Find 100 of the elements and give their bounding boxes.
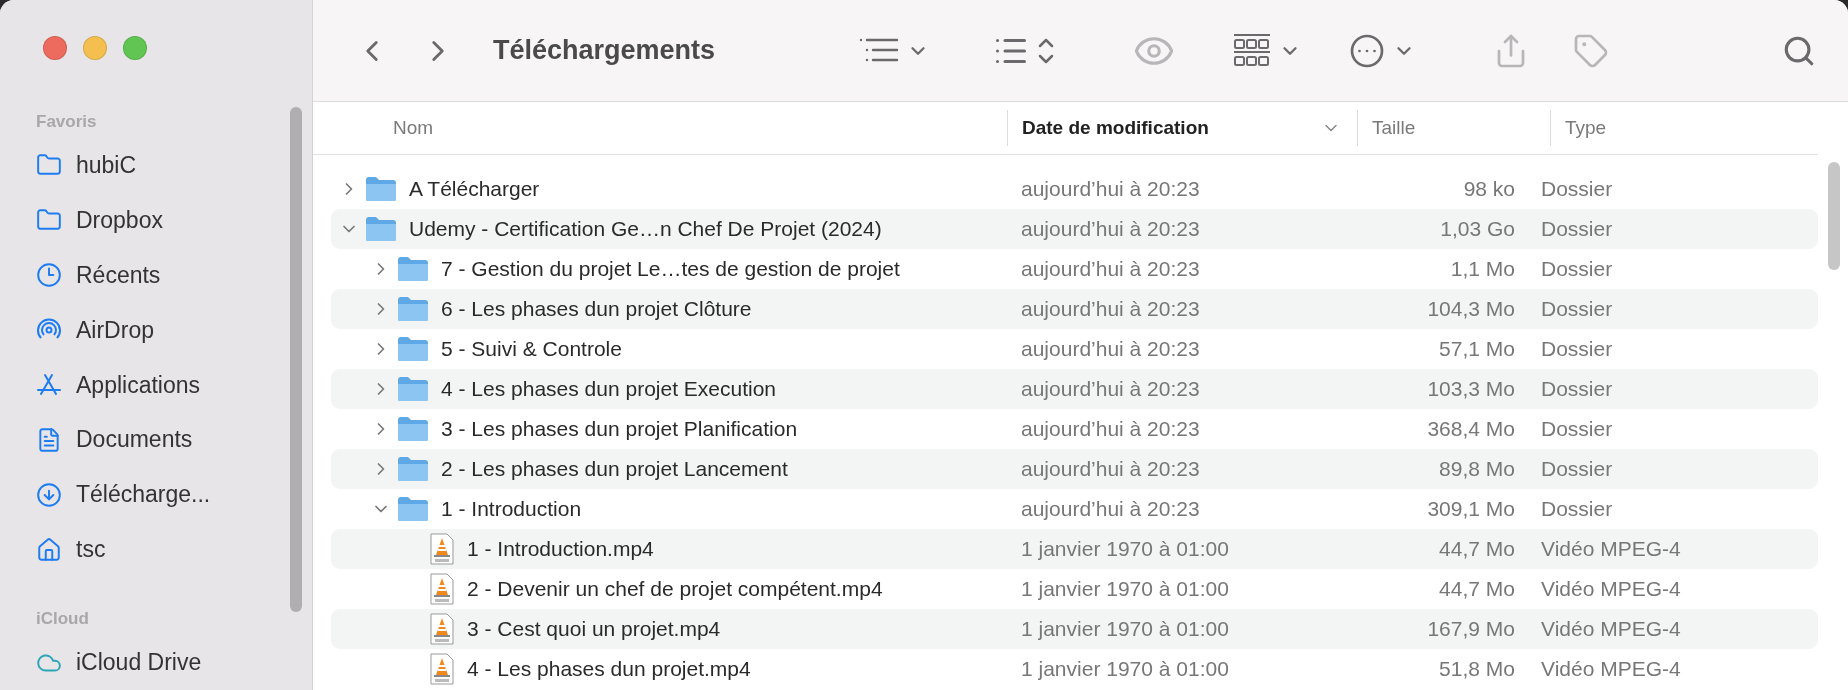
file-row[interactable]: 1 - Introduction aujourd’hui à 20:23 309,1 Mo Dossier	[331, 489, 1818, 529]
file-name: 1 - Introduction.mp4	[467, 537, 654, 561]
modified-date: aujourd’hui à 20:23	[1020, 497, 1201, 521]
video-file-icon	[429, 573, 455, 605]
file-type: Vidéo MPEG-4	[1540, 657, 1682, 681]
file-name: 2 - Les phases dun projet Lancement	[441, 457, 788, 481]
file-size: 103,3 Mo	[1426, 377, 1516, 401]
column-header[interactable]: Date de modification	[1007, 110, 1357, 146]
scrollbar[interactable]	[290, 107, 302, 612]
column-header[interactable]: Nom	[313, 110, 1007, 146]
file-name: 4 - Les phases dun projet.mp4	[467, 657, 751, 681]
file-type: Vidéo MPEG-4	[1540, 537, 1682, 561]
file-size: 51,8 Mo	[1438, 657, 1516, 681]
file-type: Vidéo MPEG-4	[1540, 577, 1682, 601]
folder-icon	[397, 416, 429, 442]
file-name: 1 - Introduction	[441, 497, 582, 521]
modified-date: aujourd’hui à 20:23	[1020, 457, 1201, 481]
modified-date: 1 janvier 1970 à 01:00	[1020, 657, 1230, 681]
file-row[interactable]: 4 - Les phases dun projet Execution aujourd’hui à 20:23 103,3 Mo Dossier	[331, 369, 1818, 409]
sidebar-item[interactable]: Documents	[36, 412, 312, 468]
sidebar-item[interactable]: AirDrop	[36, 302, 312, 358]
file-size: 44,7 Mo	[1438, 537, 1516, 561]
file-size: 104,3 Mo	[1426, 297, 1516, 321]
zoom-button[interactable]	[123, 36, 147, 60]
tag-icon	[1573, 32, 1610, 69]
column-header[interactable]: Type	[1550, 110, 1818, 146]
sidebar-item[interactable]: Télécharge...	[36, 467, 312, 523]
video-file-icon	[429, 653, 455, 685]
file-type: Dossier	[1540, 497, 1614, 521]
folder-icon	[397, 376, 429, 402]
file-row[interactable]: Udemy - Certification Ge…n Chef De Projet (2024) aujourd’hui à 20:23 1,03 Go Dossier	[331, 209, 1818, 249]
modified-date: aujourd’hui à 20:23	[1020, 417, 1201, 441]
file-row[interactable]: 7 - Gestion du projet Le…tes de gestion de projet aujourd’hui à 20:23 1,1 Mo Dossier	[331, 249, 1818, 289]
modified-date: aujourd’hui à 20:23	[1020, 337, 1201, 361]
file-size: 98 ko	[1462, 177, 1516, 201]
sidebar-item[interactable]: Récents	[36, 247, 312, 303]
file-type: Dossier	[1540, 257, 1614, 281]
file-size: 309,1 Mo	[1426, 497, 1516, 521]
modified-date: aujourd’hui à 20:23	[1020, 377, 1201, 401]
sidebar-section-title: Favoris	[36, 111, 98, 133]
file-size: 89,8 Mo	[1438, 457, 1516, 481]
file-row[interactable]: 3 - Les phases dun projet Planification aujourd’hui à 20:23 368,4 Mo Dossier	[331, 409, 1818, 449]
file-type: Dossier	[1540, 177, 1614, 201]
file-name: 6 - Les phases dun projet Clôture	[441, 297, 752, 321]
folder-icon	[397, 496, 429, 522]
file-name: 5 - Suivi & Controle	[441, 337, 622, 361]
file-size: 167,9 Mo	[1426, 617, 1516, 641]
file-name: 3 - Les phases dun projet Planification	[441, 417, 798, 441]
file-name: A Télécharger	[409, 177, 540, 201]
file-row[interactable]: 3 - Cest quoi un projet.mp4 1 janvier 1970 à 01:00 167,9 Mo Vidéo MPEG-4	[331, 609, 1818, 649]
file-type: Dossier	[1540, 457, 1614, 481]
folder-icon	[397, 456, 429, 482]
download-icon	[36, 481, 62, 508]
house-icon	[36, 536, 62, 563]
folder-icon	[365, 176, 397, 202]
file-size: 368,4 Mo	[1426, 417, 1516, 441]
grid-icon	[1233, 32, 1272, 69]
folder-icon	[365, 216, 397, 242]
sidebar-item[interactable]: Applications	[36, 357, 312, 413]
apps-icon	[36, 372, 62, 398]
column-header[interactable]: Taille	[1357, 110, 1550, 146]
file-type: Dossier	[1540, 217, 1614, 241]
modified-date: 1 janvier 1970 à 01:00	[1020, 577, 1230, 601]
modified-date: aujourd’hui à 20:23	[1020, 257, 1201, 281]
file-type: Dossier	[1540, 337, 1614, 361]
close-button[interactable]	[43, 36, 67, 60]
ellipsis-circle-icon	[1349, 32, 1386, 69]
file-row[interactable]: 1 - Introduction.mp4 1 janvier 1970 à 01:00 44,7 Mo Vidéo MPEG-4	[331, 529, 1818, 569]
modified-date: 1 janvier 1970 à 01:00	[1020, 537, 1230, 561]
file-row[interactable]: 6 - Les phases dun projet Clôture aujourd’hui à 20:23 104,3 Mo Dossier	[331, 289, 1818, 329]
sidebar-item[interactable]: Dropbox	[36, 192, 312, 248]
modified-date: aujourd’hui à 20:23	[1020, 217, 1201, 241]
sidebar-item[interactable]: iCloud Drive	[36, 635, 312, 690]
file-row[interactable]: 4 - Les phases dun projet.mp4 1 janvier 1970 à 01:00 51,8 Mo Vidéo MPEG-4	[331, 649, 1818, 689]
modified-date: 1 janvier 1970 à 01:00	[1020, 617, 1230, 641]
file-row[interactable]: 2 - Les phases dun projet Lancement aujourd’hui à 20:23 89,8 Mo Dossier	[331, 449, 1818, 489]
file-size: 57,1 Mo	[1438, 337, 1516, 361]
file-size: 44,7 Mo	[1438, 577, 1516, 601]
sidebar-item[interactable]: tsc	[36, 522, 312, 578]
video-file-icon	[429, 613, 455, 645]
folder-icon	[397, 256, 429, 282]
modified-date: aujourd’hui à 20:23	[1020, 297, 1201, 321]
scrollbar[interactable]	[1828, 162, 1840, 270]
window-title: Téléchargements	[493, 35, 716, 66]
file-type: Dossier	[1540, 377, 1614, 401]
clock-icon	[36, 262, 62, 289]
file-type: Dossier	[1540, 297, 1614, 321]
file-size: 1,03 Go	[1439, 217, 1516, 241]
file-name: Udemy - Certification Ge…n Chef De Projet (2024)	[409, 217, 882, 241]
file-row[interactable]: 2 - Devenir un chef de projet compétent.mp4 1 janvier 1970 à 01:00 44,7 Mo Vidéo MPEG-4	[331, 569, 1818, 609]
file-row[interactable]: 5 - Suivi & Controle aujourd’hui à 20:23 57,1 Mo Dossier	[331, 329, 1818, 369]
document-icon	[36, 426, 62, 453]
file-name: 2 - Devenir un chef de projet compétent.mp4	[467, 577, 883, 601]
sidebar-section-title: iCloud	[36, 608, 90, 631]
file-name: 3 - Cest quoi un projet.mp4	[467, 617, 721, 641]
file-row[interactable]: A Télécharger aujourd’hui à 20:23 98 ko Dossier	[331, 169, 1818, 209]
folder-icon	[397, 336, 429, 362]
sidebar-item[interactable]: hubiC	[36, 138, 312, 193]
file-name: 7 - Gestion du projet Le…tes de gestion de projet	[441, 257, 900, 281]
file-type: Vidéo MPEG-4	[1540, 617, 1682, 641]
